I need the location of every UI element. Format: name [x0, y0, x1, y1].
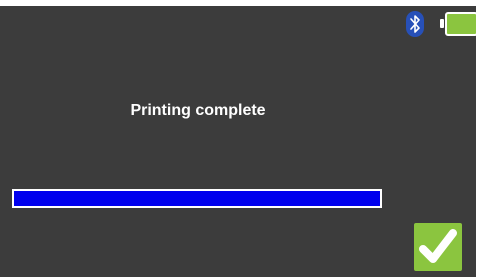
battery-level	[445, 12, 478, 36]
progress-bar	[12, 189, 382, 208]
status-message: Printing complete	[130, 102, 266, 119]
bluetooth-icon	[406, 11, 424, 37]
battery-terminal	[440, 19, 444, 28]
checkmark-icon	[419, 229, 457, 263]
progress-bar-fill	[14, 191, 380, 206]
main-panel	[0, 6, 476, 277]
confirm-button[interactable]	[414, 223, 462, 271]
device-screen: Printing complete	[0, 0, 482, 280]
battery-icon	[440, 12, 480, 36]
